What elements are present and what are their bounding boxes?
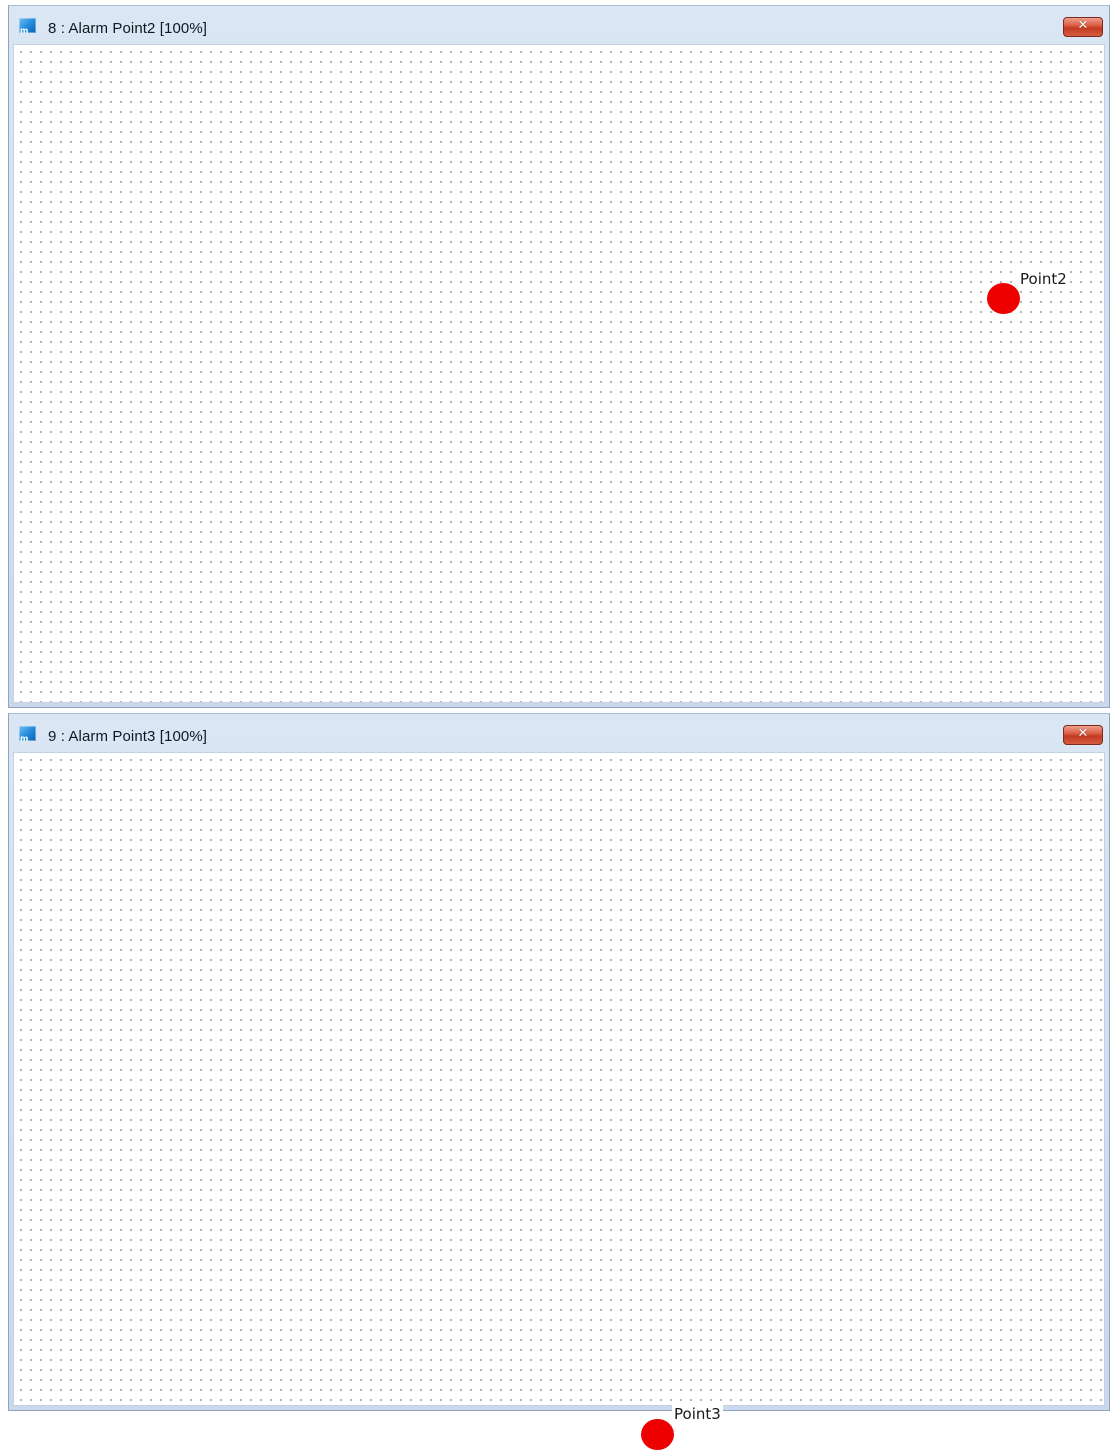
close-button[interactable]: ✕ bbox=[1063, 725, 1103, 745]
drawing-canvas[interactable]: Point3 bbox=[13, 752, 1105, 1450]
alarm-point-marker[interactable] bbox=[987, 283, 1020, 314]
app-logo-icon bbox=[19, 726, 36, 743]
alarm-point-label[interactable]: Point2 bbox=[1018, 270, 1069, 288]
alarm-point2-window[interactable]: 8 : Alarm Point2 [100%] ✕ Point2 bbox=[8, 5, 1110, 708]
drawing-canvas[interactable]: Point2 bbox=[13, 44, 1105, 703]
window-title: 8 : Alarm Point2 [100%] bbox=[48, 20, 208, 37]
window-title: 9 : Alarm Point3 [100%] bbox=[48, 728, 208, 745]
close-icon: ✕ bbox=[1077, 726, 1089, 741]
alarm-point-marker[interactable] bbox=[641, 1419, 674, 1450]
window-titlebar[interactable]: 9 : Alarm Point3 [100%] ✕ bbox=[9, 714, 1109, 751]
app-logo-icon bbox=[19, 18, 36, 35]
close-button[interactable]: ✕ bbox=[1063, 17, 1103, 37]
close-icon: ✕ bbox=[1077, 18, 1089, 33]
alarm-point-label[interactable]: Point3 bbox=[672, 1405, 723, 1423]
alarm-point3-window[interactable]: 9 : Alarm Point3 [100%] ✕ Point3 bbox=[8, 713, 1110, 1450]
window-titlebar[interactable]: 8 : Alarm Point2 [100%] ✕ bbox=[9, 6, 1109, 43]
